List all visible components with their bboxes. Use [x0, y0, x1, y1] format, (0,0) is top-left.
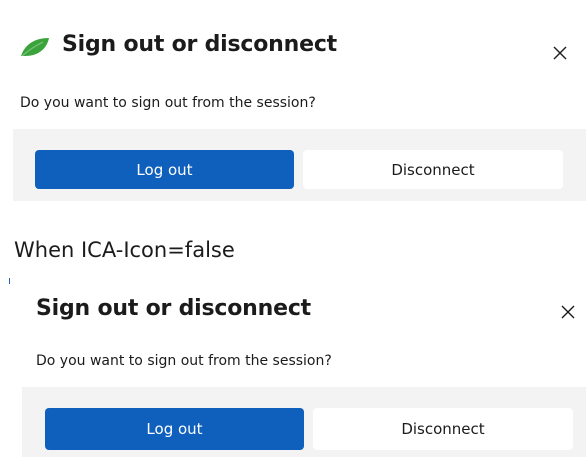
dialog-header: Sign out or disconnect — [0, 28, 586, 64]
decorative-mark — [9, 278, 10, 284]
close-icon[interactable] — [557, 301, 579, 323]
leaf-icon — [19, 36, 51, 58]
dialog-title-no-icon: Sign out or disconnect — [36, 296, 311, 321]
disconnect-button[interactable]: Disconnect — [313, 408, 573, 450]
dialog-footer: Log out Disconnect — [13, 129, 586, 201]
close-icon[interactable] — [549, 42, 571, 64]
dialog-message: Do you want to sign out from the session… — [20, 95, 316, 111]
log-out-button[interactable]: Log out — [35, 150, 294, 189]
dialog-message-no-icon: Do you want to sign out from the session… — [36, 353, 332, 369]
sign-out-dialog-with-icon: Sign out or disconnect Do you want to si… — [0, 0, 586, 206]
dialog-footer-no-icon: Log out Disconnect — [22, 387, 586, 457]
disconnect-button[interactable]: Disconnect — [303, 150, 563, 189]
caption-text: When ICA-Icon=false — [14, 238, 235, 262]
log-out-button[interactable]: Log out — [45, 408, 304, 450]
dialog-title: Sign out or disconnect — [62, 32, 337, 57]
